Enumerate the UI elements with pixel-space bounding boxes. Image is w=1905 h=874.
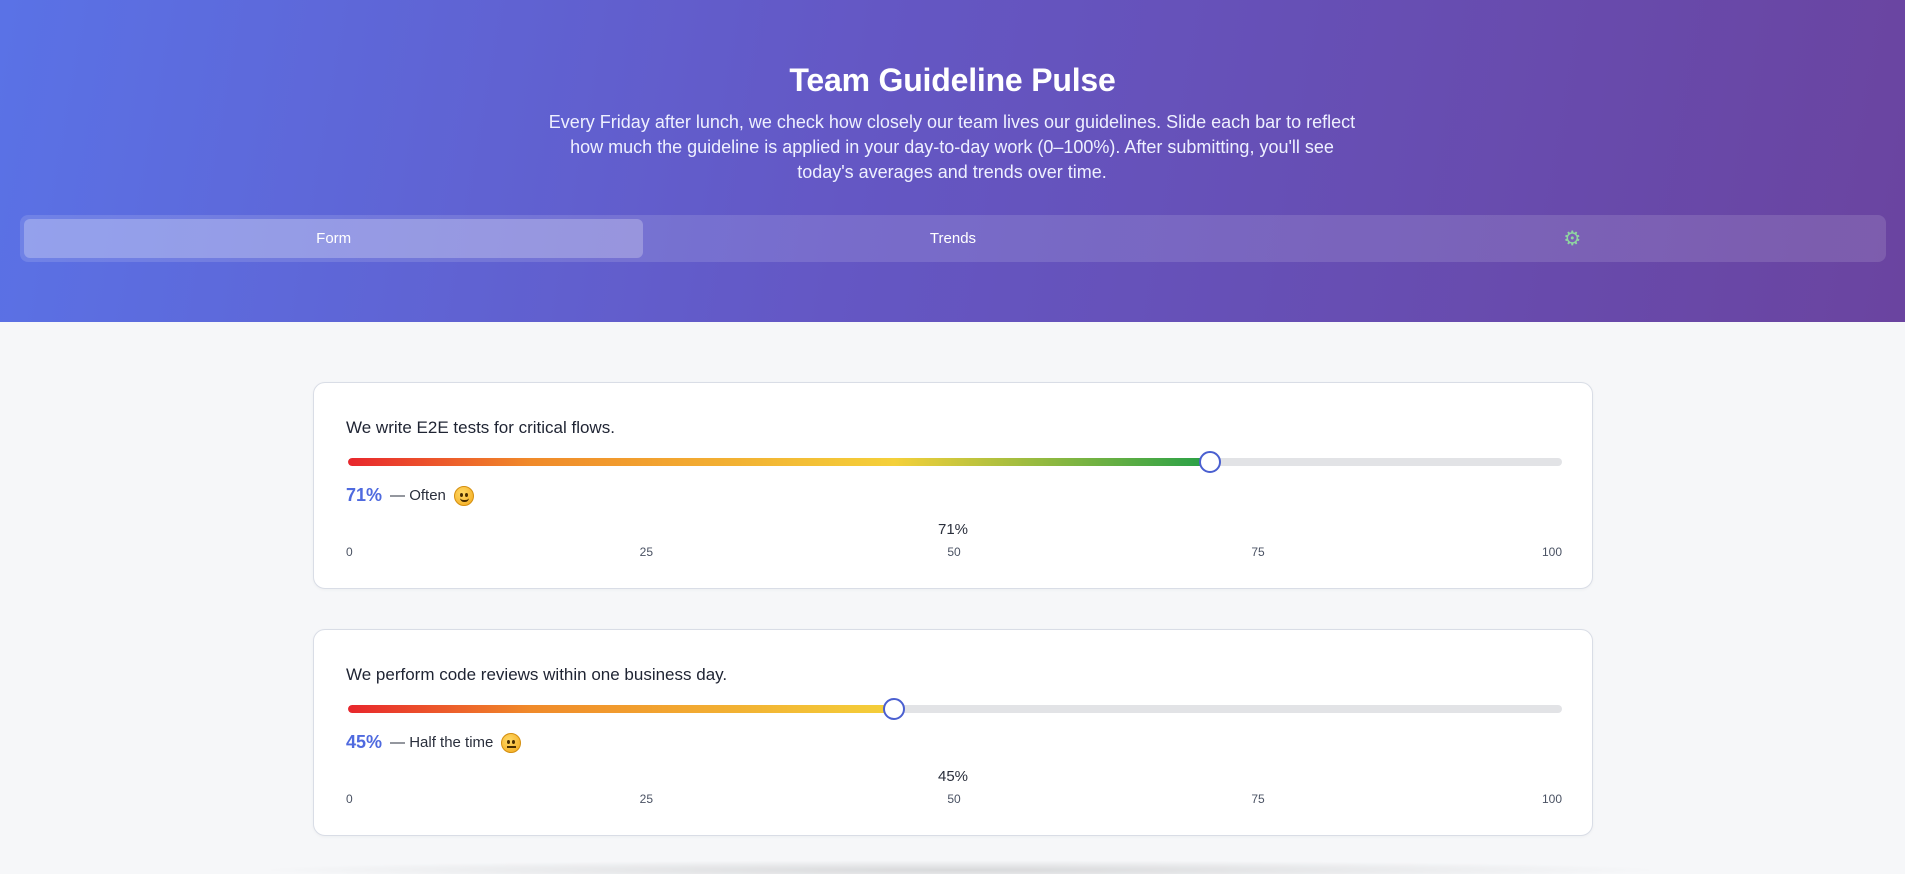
slider-handle[interactable]	[1198, 451, 1221, 473]
slider-handle[interactable]	[883, 698, 906, 720]
tab-form-label: Form	[316, 230, 352, 247]
tick-label: 0	[346, 545, 353, 559]
header-banner: Team Guideline Pulse Every Friday after …	[0, 0, 1905, 322]
footer-shadow	[250, 860, 1670, 874]
page-title: Team Guideline Pulse	[789, 62, 1116, 98]
slider-track[interactable]	[348, 705, 1562, 713]
slider-fill	[348, 458, 1210, 466]
tick-label: 50	[947, 792, 961, 806]
question-card: We write E2E tests for critical flows. 7…	[313, 382, 1593, 589]
question-text: We perform code reviews within one busin…	[346, 665, 728, 684]
slider-track[interactable]	[348, 458, 1562, 466]
page-description: Every Friday after lunch, we check how c…	[548, 112, 1356, 182]
gear-icon: ⚙	[1563, 228, 1582, 250]
tick-label: 50	[947, 545, 961, 559]
question-card: We perform code reviews within one busin…	[313, 629, 1593, 836]
value-readout: 71% — Often	[346, 485, 474, 506]
value-label: — Often	[390, 487, 446, 504]
scale-ticks: 0 25 50 75 100	[346, 792, 1562, 808]
slider-value-center: 71%	[937, 521, 969, 538]
slider-fill	[348, 705, 895, 713]
scale-ticks: 0 25 50 75 100	[346, 545, 1562, 561]
tick-label: 75	[1251, 545, 1265, 559]
value-percent: 45%	[346, 732, 383, 752]
value-label: — Half the time	[390, 734, 494, 751]
tab-bar: Form Trends ⚙	[20, 215, 1886, 262]
tick-label: 100	[1541, 545, 1562, 559]
neutral-emoji-icon	[501, 732, 522, 753]
tick-label: 75	[1251, 792, 1265, 806]
tick-label: 0	[346, 792, 353, 806]
tick-label: 25	[639, 792, 654, 806]
question-text: We write E2E tests for critical flows.	[346, 418, 615, 437]
smile-emoji-icon	[453, 485, 474, 506]
tab-form[interactable]: Form	[24, 219, 644, 258]
tick-label: 25	[639, 545, 654, 559]
tab-trends[interactable]: Trends	[643, 219, 1262, 258]
value-percent: 71%	[346, 485, 383, 505]
tab-trends-label: Trends	[929, 230, 977, 247]
tab-settings[interactable]: ⚙	[1263, 219, 1882, 258]
slider-value-center: 45%	[937, 768, 969, 785]
value-readout: 45% — Half the time	[346, 732, 522, 753]
tick-label: 100	[1541, 792, 1562, 806]
